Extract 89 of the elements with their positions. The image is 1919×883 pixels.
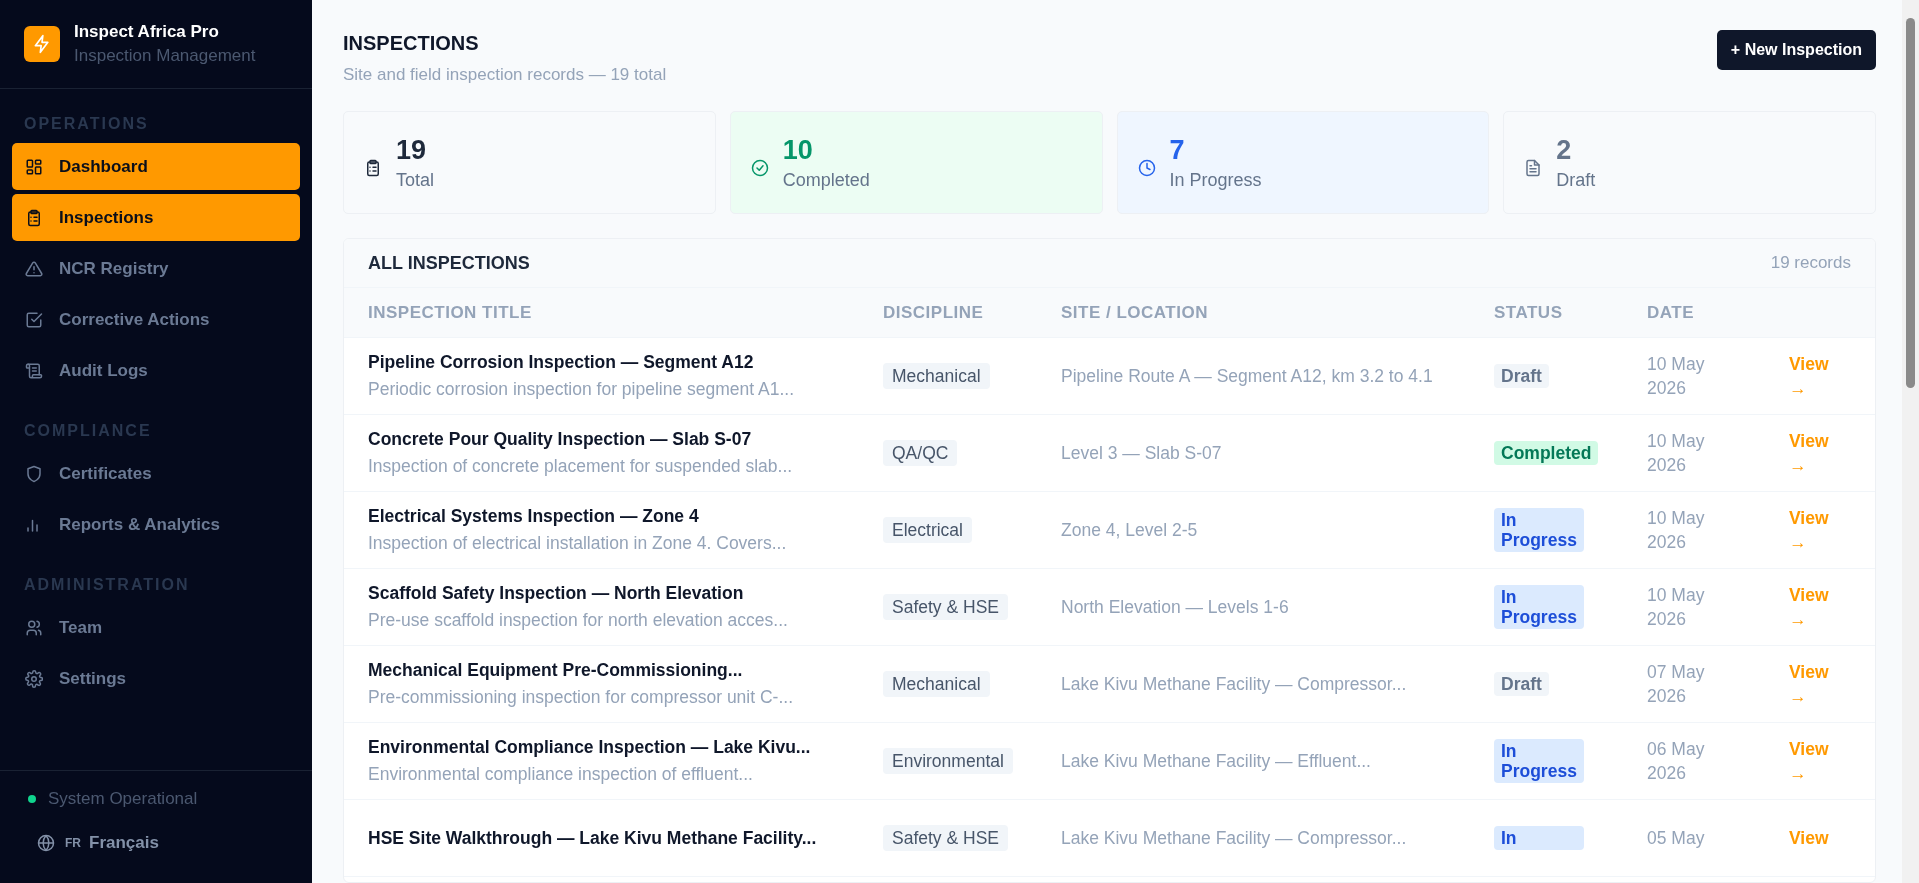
app-subtitle: Inspection Management	[74, 46, 256, 66]
scrollbar[interactable]	[1902, 0, 1919, 883]
inspection-title: HSE Site Walkthrough — Lake Kivu Methane Facility...	[368, 827, 818, 849]
discipline-tag: Safety & HSE	[883, 593, 1008, 620]
users-icon	[25, 618, 43, 637]
inspection-date: 10 May 2026	[1647, 507, 1706, 554]
status-badge: Completed	[1494, 441, 1599, 465]
site-location: North Elevation — Levels 1-6	[1061, 596, 1290, 618]
inspection-title: Concrete Pour Quality Inspection — Slab S-07	[368, 429, 753, 450]
site-location: Zone 4, Level 2-5	[1061, 519, 1199, 541]
grid-icon	[25, 157, 43, 176]
inspection-date: 05 May	[1647, 827, 1706, 850]
language-link[interactable]: Français	[89, 833, 159, 853]
stat-label: Draft	[1556, 169, 1596, 191]
stat-label: In Progress	[1169, 169, 1262, 191]
inspection-title: Electrical Systems Inspection — Zone 4	[368, 506, 700, 527]
inspection-date: 07 May 2026	[1647, 661, 1706, 708]
stat-label: Total	[396, 169, 435, 191]
inspection-title: Scaffold Safety Inspection — North Elevation	[368, 583, 745, 604]
new-inspection-button[interactable]: + New Inspection	[1716, 30, 1876, 70]
nav-item[interactable]: Reports & Analytics	[12, 501, 300, 548]
status-dot	[28, 795, 36, 803]
clock-icon	[1137, 158, 1156, 177]
status-badge: In Progress	[1494, 739, 1584, 783]
language-code: FR	[65, 836, 81, 850]
app-name: Inspect Africa Pro	[74, 22, 220, 42]
discipline-tag: QA/QC	[883, 439, 958, 466]
warning-icon	[25, 259, 43, 278]
record-count: 19 records	[1770, 253, 1851, 273]
nav-item[interactable]: Audit Logs	[12, 347, 300, 394]
stat-value: 19	[396, 134, 428, 166]
settings-icon	[25, 669, 43, 688]
system-status: System Operational	[48, 789, 198, 809]
scroll-icon	[25, 361, 43, 380]
check-circle-icon	[750, 158, 769, 177]
status-badge: In Progress	[1494, 585, 1584, 629]
checkbox-icon	[25, 310, 43, 329]
inspection-date: 06 May 2026	[1647, 738, 1706, 785]
stat-value: 7	[1169, 134, 1186, 166]
status-badge: Draft	[1494, 672, 1549, 696]
inspection-title: Pipeline Corrosion Inspection — Segment A12	[368, 352, 755, 373]
status-badge: Draft	[1494, 364, 1549, 388]
inspection-title: Environmental Compliance Inspection — Lake Kivu...	[368, 737, 812, 758]
column-header: DATE	[1647, 302, 1695, 323]
shield-icon	[25, 464, 43, 483]
inspection-description: Periodic corrosion inspection for pipeline segment A1...	[368, 379, 796, 400]
clipboard-icon	[364, 158, 382, 177]
discipline-tag: Mechanical	[883, 362, 990, 389]
discipline-tag: Electrical	[883, 516, 972, 543]
inspection-description: Pre-commissioning inspection for compressor unit C-...	[368, 687, 794, 708]
inspection-date: 10 May 2026	[1647, 353, 1706, 400]
column-header: DISCIPLINE	[883, 302, 985, 323]
table-title: ALL INSPECTIONS	[368, 252, 530, 274]
site-location: Pipeline Route A — Segment A12, km 3.2 to 4.1	[1061, 365, 1434, 387]
document-icon	[1524, 158, 1543, 177]
inspection-title: Mechanical Equipment Pre-Commissioning...	[368, 660, 744, 681]
site-location: Level 3 — Slab S-07	[1061, 442, 1223, 464]
stat-value: 10	[782, 134, 814, 166]
site-location: Lake Kivu Methane Facility — Effluent...	[1061, 750, 1372, 772]
discipline-tag: Safety & HSE	[883, 824, 1008, 851]
column-header: STATUS	[1494, 302, 1564, 323]
inspection-description: Environmental compliance inspection of effluent...	[368, 764, 754, 785]
status-badge: In	[1494, 826, 1584, 850]
site-location: Lake Kivu Methane Facility — Compressor...	[1061, 673, 1408, 695]
inspection-date: 10 May 2026	[1647, 430, 1706, 477]
inspection-description: Inspection of electrical installation in Zone 4. Covers...	[368, 533, 788, 554]
column-header: SITE / LOCATION	[1061, 302, 1209, 323]
page-subtitle: Site and field inspection records — 19 total	[343, 65, 667, 85]
site-location: Lake Kivu Methane Facility — Compressor...	[1061, 827, 1408, 849]
nav-item[interactable]: Dashboard	[12, 143, 300, 190]
nav-item[interactable]: Settings	[12, 655, 300, 702]
column-header: INSPECTION TITLE	[368, 302, 533, 323]
inspection-date: 10 May 2026	[1647, 584, 1706, 631]
nav-item[interactable]: Certificates	[12, 450, 300, 497]
nav-item[interactable]: Team	[12, 604, 300, 651]
inspection-description: Inspection of concrete placement for suspended slab...	[368, 456, 794, 477]
nav-item[interactable]: Inspections	[12, 194, 300, 241]
clipboard-icon	[25, 208, 43, 227]
discipline-tag: Mechanical	[883, 670, 990, 697]
discipline-tag: Environmental	[883, 747, 1013, 774]
page-title: INSPECTIONS	[343, 32, 480, 55]
stat-value: 2	[1556, 134, 1573, 166]
nav-item[interactable]: Corrective Actions	[12, 296, 300, 343]
nav-item[interactable]: NCR Registry	[12, 245, 300, 292]
status-badge: In Progress	[1494, 508, 1584, 552]
globe-icon	[37, 834, 55, 852]
stat-label: Completed	[782, 169, 870, 191]
bolt-logo-icon	[24, 26, 60, 62]
inspection-description: Pre-use scaffold inspection for north elevation acces...	[368, 610, 789, 631]
